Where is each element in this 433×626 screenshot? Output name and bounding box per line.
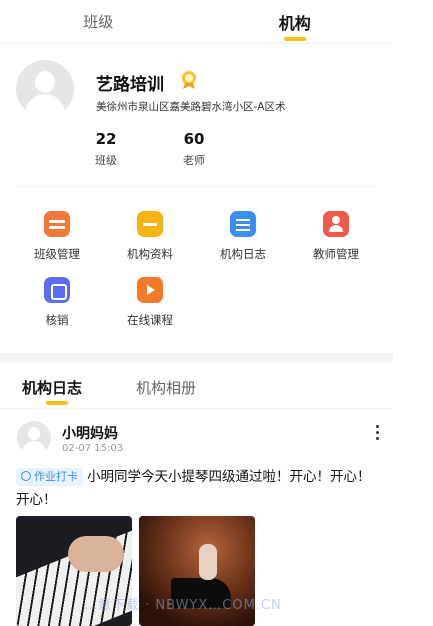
- grid-item-teacher-management[interactable]: 教师管理: [291, 211, 381, 262]
- top-tabs: 班级 机构: [0, 0, 393, 44]
- verify-icon: [44, 277, 70, 303]
- post-time: 02-07 15:03: [62, 443, 124, 454]
- grid-item-label: 班级管理: [34, 247, 80, 261]
- organization-avatar[interactable]: [16, 60, 74, 118]
- active-section-indicator: [46, 401, 68, 405]
- stat-teachers-label: 老师: [183, 154, 205, 167]
- grid-item-class-management[interactable]: 班级管理: [12, 211, 102, 262]
- organization-address: 美徐州市泉山区嘉美路碧水湾小区-A区术: [96, 101, 286, 113]
- teacher-icon: [323, 211, 349, 237]
- post-content: 作业打卡 小明同学今天小提琴四级通过啦！开心！开心！开心！: [16, 466, 379, 512]
- checkin-icon: [21, 471, 31, 481]
- stat-classes-value: 22: [95, 130, 117, 148]
- grid-item-label: 教师管理: [313, 247, 359, 261]
- log-icon: [230, 211, 256, 237]
- grid-item-label: 在线课程: [127, 313, 173, 327]
- section-gap: [0, 353, 393, 363]
- grid-item-online-course[interactable]: 在线课程: [105, 277, 195, 328]
- tab-organization-label: 机构: [278, 13, 311, 33]
- grid-item-label: 机构日志: [220, 247, 266, 261]
- grid-item-label: 机构资料: [127, 247, 173, 261]
- folder-icon: [137, 211, 163, 237]
- grid-item-organization-log[interactable]: 机构日志: [198, 211, 288, 262]
- tab-organization[interactable]: 机构: [197, 0, 394, 43]
- watermark: …意下载 · NBWYX…COM.CN: [84, 598, 282, 613]
- function-grid: 班级管理 机构资料 机构日志 教师管理 核销 在线课程: [0, 187, 393, 353]
- grid-item-label: 核销: [45, 313, 69, 327]
- medal-icon: [182, 71, 196, 89]
- stat-classes[interactable]: 22 班级: [76, 130, 136, 168]
- organization-name: 艺路培训: [96, 75, 164, 95]
- homework-tag-label: 作业打卡: [34, 470, 78, 483]
- more-options-icon[interactable]: [375, 425, 379, 441]
- tab-class-label: 班级: [83, 13, 114, 31]
- organization-card: 艺路培训 美徐州市泉山区嘉美路碧水湾小区-A区术 22 班级 60 老师: [0, 44, 393, 187]
- stat-teachers[interactable]: 60 老师: [164, 130, 224, 168]
- stat-teachers-value: 60: [183, 130, 205, 148]
- tab-organization-log[interactable]: 机构日志: [22, 377, 82, 398]
- grid-item-organization-info[interactable]: 机构资料: [105, 211, 195, 262]
- stat-classes-label: 班级: [95, 154, 117, 167]
- tab-class[interactable]: 班级: [0, 0, 197, 43]
- grid-item-verify[interactable]: 核销: [12, 277, 102, 328]
- active-tab-indicator: [283, 37, 306, 41]
- online-course-icon: [137, 277, 163, 303]
- section-tabs: 机构日志 机构相册: [0, 363, 393, 409]
- homework-tag[interactable]: 作业打卡: [16, 468, 83, 486]
- tab-organization-album[interactable]: 机构相册: [136, 377, 196, 398]
- app-screen: 班级 机构 艺路培训 美徐州市泉山区嘉美路碧水湾小区-A区术 22 班级 60 …: [0, 0, 393, 626]
- author-name[interactable]: 小明妈妈: [62, 423, 118, 443]
- class-management-icon: [44, 211, 70, 237]
- author-avatar[interactable]: [17, 421, 51, 455]
